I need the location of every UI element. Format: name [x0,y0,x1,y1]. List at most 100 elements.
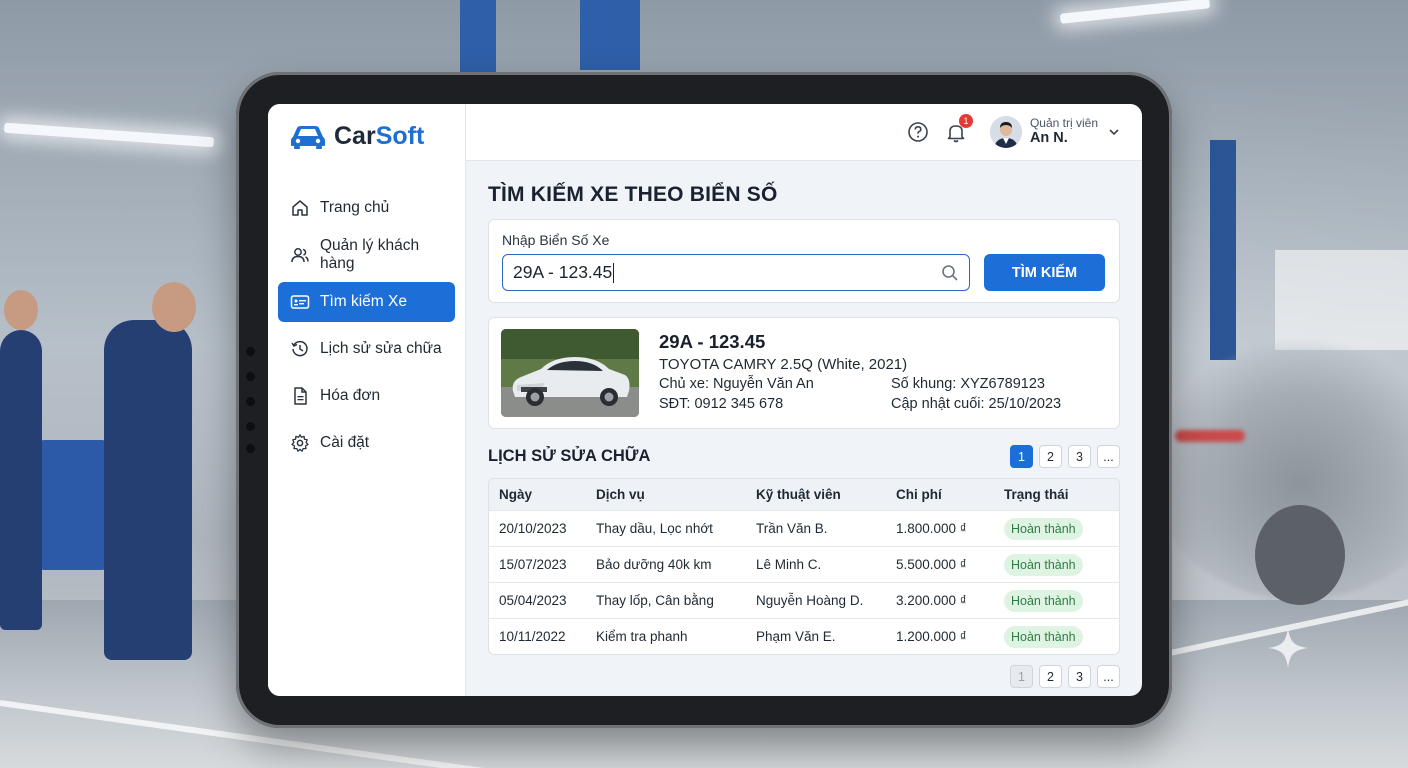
app-screen: CarSoft Trang chủ Quản lý khách hàng Tìm… [268,104,1142,696]
page-more-button[interactable]: ... [1097,665,1120,688]
cell-technician: Lê Minh C. [756,557,822,572]
vehicle-phone: SĐT: 0912 345 678 [659,396,784,412]
vehicle-last-updated: Cập nhật cuối: 25/10/2023 [891,396,1062,412]
id-card-icon [290,295,310,309]
table-row[interactable]: 10/11/2022 Kiểm tra phanh Phạm Văn E. 1.… [489,618,1119,654]
page-button[interactable]: 2 [1039,665,1062,688]
sidebar-item-label: Tìm kiếm Xe [320,293,407,310]
vehicle-plate: 29A - 123.45 [659,331,766,352]
sidebar-item-settings[interactable]: Cài đặt [278,423,455,463]
camera-dot [246,372,255,381]
page-button[interactable]: 1 [1010,665,1033,688]
status-badge: Hoàn thành [1004,517,1083,540]
page-button[interactable]: 2 [1039,445,1062,468]
cell-date: 20/10/2023 [499,521,567,536]
sidebar-item-invoices[interactable]: Hóa đơn [278,376,455,416]
sidebar-item-label: Cài đặt [320,434,370,451]
sidebar-item-label: Lịch sử sửa chữa [320,340,442,357]
search-card: Nhập Biển Số Xe 29A - 123.45 TÌM KIẾM [488,219,1120,303]
status-badge: Hoàn thành [1004,553,1083,576]
camera-dot [246,347,255,356]
history-icon [291,340,308,357]
status-badge: Hoàn thành [1004,625,1083,648]
main-panel: 1 Quản trị viên An N. TÌM KIẾM XE THEO B… [466,104,1142,696]
status-badge: Hoàn thành [1004,589,1083,612]
cell-technician: Trần Văn B. [756,521,828,536]
sidebar-item-customers[interactable]: Quản lý khách hàng [278,235,455,275]
help-icon [908,122,928,142]
cell-service: Kiểm tra phanh [596,629,688,644]
page-more-button[interactable]: ... [1097,445,1120,468]
sidebar-nav: Trang chủ Quản lý khách hàng Tìm kiếm Xe… [278,188,455,463]
sidebar-item-label: Hóa đơn [320,387,381,404]
camera-dot [246,444,255,453]
user-name: An N. [1029,129,1068,146]
cell-date: 10/11/2022 [499,629,566,644]
app-logo[interactable]: CarSoft [278,104,455,168]
pagination-top: 1 2 3 ... [1004,445,1120,468]
sidebar-item-home[interactable]: Trang chủ [278,188,455,228]
notifications-button[interactable]: 1 [944,114,973,144]
cell-service: Thay lốp, Cân bằng [596,593,714,608]
camera-dot [246,397,255,406]
sidebar: CarSoft Trang chủ Quản lý khách hàng Tìm… [268,104,466,696]
notification-badge: 1 [958,114,973,128]
repair-history-table: Ngày Dịch vụ Kỹ thuật viên Chi phí Trạng… [488,478,1120,655]
vehicle-owner: Chủ xe: Nguyễn Văn An [659,376,814,392]
table-row[interactable]: 20/10/2023 Thay dầu, Lọc nhớt Trần Văn B… [489,510,1119,546]
pagination-bottom: 1 2 3 ... [1004,665,1120,688]
vehicle-photo [501,329,639,417]
cell-cost: 5.500.000 ₫ [896,557,967,572]
vehicle-model: TOYOTA CAMRY 2.5Q (White, 2021) [659,356,908,373]
cell-cost: 1.800.000 ₫ [896,521,967,536]
table-row[interactable]: 15/07/2023 Bảo dưỡng 40k km Lê Minh C. 5… [489,546,1119,582]
user-role: Quản trị viên [1029,116,1098,131]
cell-cost: 1.200.000 ₫ [896,629,967,644]
search-icon [942,265,958,281]
plate-search-input[interactable]: 29A - 123.45 [502,254,970,291]
brand-name-part2: Soft [375,121,425,150]
table-header: Ngày Dịch vụ Kỹ thuật viên Chi phí Trạng… [489,479,1119,510]
chevron-down-icon[interactable] [1108,126,1120,138]
vehicle-chassis: Số khung: XYZ6789123 [891,376,1045,392]
column-header-date[interactable]: Ngày [489,487,596,502]
help-button[interactable] [906,120,930,144]
text-caret [613,262,615,283]
invoice-icon [294,387,307,405]
sparkle-icon [1268,628,1308,668]
column-header-technician[interactable]: Kỹ thuật viên [756,487,896,502]
vehicle-result-card[interactable]: 29A - 123.45 TOYOTA CAMRY 2.5Q (White, 2… [488,317,1120,429]
page-button[interactable]: 3 [1068,665,1091,688]
page-title: TÌM KIẾM XE THEO BIỂN SỐ [488,183,778,206]
sidebar-item-label: Quản lý khách hàng [320,237,420,272]
sidebar-item-repair-history[interactable]: Lịch sử sửa chữa [278,329,455,369]
tablet-frame: CarSoft Trang chủ Quản lý khách hàng Tìm… [236,72,1172,728]
car-logo-icon [291,126,325,149]
cell-technician: Nguyễn Hoàng D. [756,593,864,608]
search-input-value: 29A - 123.45 [513,262,613,282]
cell-date: 15/07/2023 [499,557,567,572]
content-area: TÌM KIẾM XE THEO BIỂN SỐ Nhập Biển Số Xe… [466,183,1142,655]
car-image-icon [501,329,639,417]
column-header-service[interactable]: Dịch vụ [596,487,756,502]
cell-service: Thay dầu, Lọc nhớt [596,521,713,536]
brand-name-part1: Car [334,121,376,150]
page-button[interactable]: 1 [1010,445,1033,468]
column-header-cost[interactable]: Chi phí [896,487,1004,502]
cell-date: 05/04/2023 [499,593,567,608]
users-icon [291,248,309,263]
table-row[interactable]: 05/04/2023 Thay lốp, Cân bằng Nguyễn Hoà… [489,582,1119,618]
avatar[interactable] [989,116,1022,148]
column-header-status[interactable]: Trạng thái [1004,487,1119,502]
history-title: LỊCH SỬ SỬA CHỮA [488,447,651,465]
sidebar-item-vehicle-search[interactable]: Tìm kiếm Xe [278,282,455,322]
sidebar-item-label: Trang chủ [320,199,390,216]
cell-technician: Phạm Văn E. [756,629,836,644]
page-button[interactable]: 3 [1068,445,1091,468]
search-button[interactable]: TÌM KIẾM [984,254,1105,291]
camera-dot [246,422,255,431]
gear-icon [291,434,309,452]
top-bar: 1 Quản trị viên An N. [466,104,1142,161]
cell-service: Bảo dưỡng 40k km [596,557,712,572]
user-menu[interactable]: Quản trị viên An N. [1030,117,1098,146]
